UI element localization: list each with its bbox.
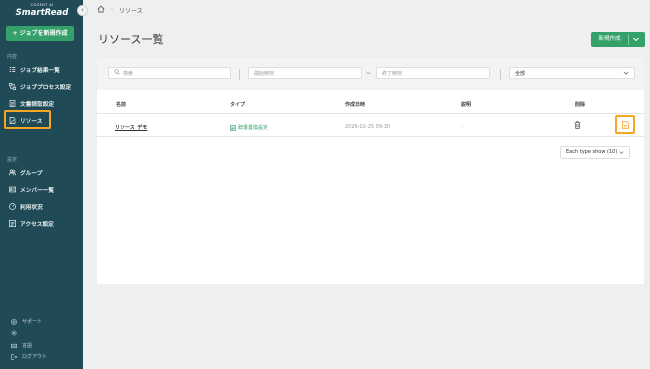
nodes-icon: [9, 82, 16, 90]
resource-type-label: 辞書置換設定: [238, 125, 269, 131]
chevron-down-icon: [619, 151, 624, 154]
sidebar-item-access[interactable]: アクセス設定: [9, 218, 54, 228]
app-logo[interactable]: SmartRead: [12, 8, 72, 18]
file-icon: [621, 120, 629, 129]
breadcrumb-separator: ›: [111, 7, 113, 13]
member-card-icon: [9, 186, 16, 193]
group-icon: [9, 168, 16, 176]
trash-icon[interactable]: [574, 121, 581, 129]
column-header-delete: 削除: [575, 102, 586, 108]
sidebar-item-label: グループ: [20, 170, 43, 177]
resource-card: 検索 開始時刻 ~ 終了時刻 全部 名前 タイプ 作成日時 説明 削除 リソース…: [97, 58, 644, 284]
create-button[interactable]: 新規作成: [591, 32, 645, 47]
type-select-value: 全部: [515, 70, 526, 77]
help-icon: [11, 318, 17, 325]
column-header-name: 名前: [116, 102, 127, 108]
start-time-placeholder: 開始時刻: [254, 70, 275, 77]
page-size-select[interactable]: Each type show (10): [560, 146, 630, 159]
sidebar-item-label: 利用状況: [20, 204, 43, 211]
end-time-placeholder: 終了時刻: [382, 70, 403, 77]
column-header-description: 説明: [461, 102, 472, 108]
section-label-main: 内容: [7, 54, 18, 60]
start-time-input[interactable]: 開始時刻: [248, 67, 362, 79]
footer-item-label: サポート: [22, 319, 43, 325]
sidebar-item-members[interactable]: メンバー一覧: [9, 184, 54, 194]
sidebar-item-label: ジョブ結果一覧: [20, 67, 60, 74]
type-select[interactable]: 全部: [509, 67, 635, 79]
brand-company: COGENT AI: [30, 3, 54, 7]
sidebar-item-label: メンバー一覧: [20, 187, 55, 194]
resource-detail-button[interactable]: [615, 115, 635, 134]
document-icon: [9, 99, 16, 107]
sidebar-item-usage[interactable]: 利用状況: [9, 201, 43, 211]
sidebar-item-job-results[interactable]: ジョブ結果一覧: [9, 64, 60, 74]
sidebar-item-document-settings[interactable]: 文書読取設定: [9, 98, 54, 108]
list-check-icon: [9, 66, 16, 73]
gear-icon: [11, 330, 17, 336]
sidebar-item-label: アクセス設定: [20, 221, 54, 228]
filter-divider: [500, 69, 501, 80]
search-placeholder: 検索: [123, 70, 134, 77]
row-divider: [97, 136, 644, 137]
column-header-created: 作成日時: [345, 102, 366, 108]
sidebar-collapse-button[interactable]: ‹: [77, 5, 88, 16]
footer-item-support[interactable]: サポート: [11, 318, 42, 325]
footer-item-language[interactable]: 言語: [11, 342, 32, 349]
resource-description: -: [461, 124, 463, 130]
filter-divider: [239, 69, 240, 80]
breadcrumb-current: リソース: [119, 7, 143, 15]
usage-gauge-icon: [9, 202, 16, 210]
footer-item-label: ログアウト: [22, 354, 48, 360]
footer-item-label: 言語: [22, 343, 33, 349]
header-divider: [97, 113, 644, 114]
footer-item-settings[interactable]: [11, 330, 22, 336]
language-icon: [11, 343, 17, 349]
new-job-button[interactable]: + ジョブを新規作成: [6, 26, 74, 41]
sidebar-item-label: 文書読取設定: [20, 101, 55, 108]
range-separator: ~: [366, 70, 372, 77]
page-title: リソース一覧: [98, 33, 164, 46]
home-icon[interactable]: [97, 5, 105, 15]
sidebar-item-job-process[interactable]: ジョブプロセス設定: [9, 81, 71, 91]
resource-created-at: 2026-02-25 09:30: [345, 124, 391, 130]
chevron-down-icon[interactable]: [632, 36, 640, 43]
end-time-input[interactable]: 終了時刻: [376, 67, 490, 79]
sidebar: COGENT AI SmartRead + ジョブを新規作成 内容 ジョブ結果一…: [0, 0, 83, 369]
filter-bar: 検索 開始時刻 ~ 終了時刻 全部: [97, 58, 644, 90]
search-input[interactable]: 検索: [108, 67, 231, 79]
resource-name-link[interactable]: リソース_デモ: [115, 124, 147, 131]
page-size-label: Each type show (10): [566, 149, 618, 155]
create-button-label[interactable]: 新規作成: [591, 32, 628, 47]
active-item-highlight: [4, 110, 51, 129]
button-divider: [628, 34, 629, 45]
section-label-settings: 設定: [7, 157, 18, 163]
breadcrumb: › リソース: [97, 5, 143, 15]
footer-item-logout[interactable]: ログアウト: [11, 353, 47, 360]
access-icon: [9, 219, 16, 227]
column-header-type: タイプ: [230, 102, 246, 108]
chevron-down-icon: [623, 70, 629, 76]
resource-type: 辞書置換設定: [230, 124, 268, 131]
search-icon: [114, 69, 123, 77]
sidebar-item-groups[interactable]: グループ: [9, 167, 42, 177]
dictionary-icon: [230, 124, 236, 131]
logout-icon: [11, 353, 17, 360]
sidebar-item-label: ジョブプロセス設定: [20, 84, 72, 91]
